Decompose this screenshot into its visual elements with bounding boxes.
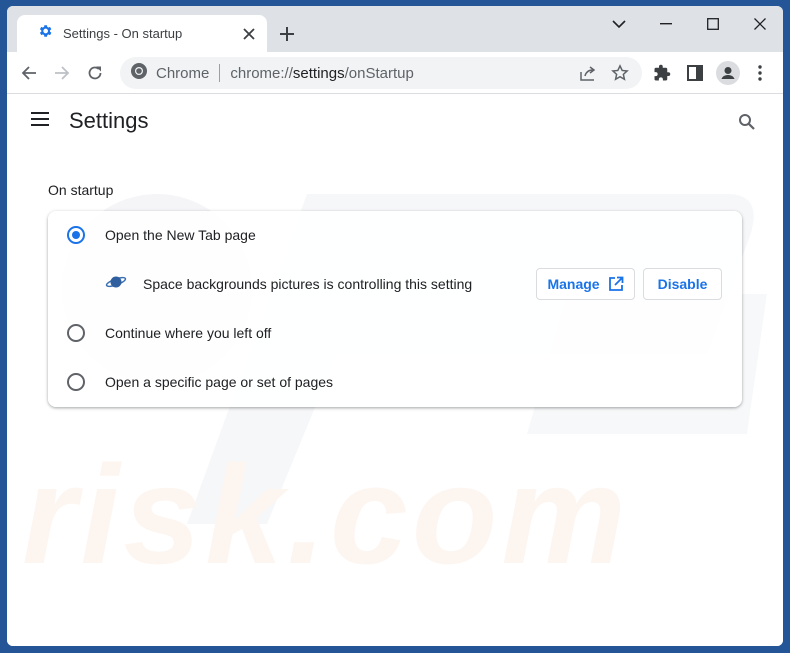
tab-search-chevron-icon[interactable] — [601, 10, 637, 38]
radio-open-new-tab[interactable] — [67, 226, 85, 244]
option-open-new-tab[interactable]: Open the New Tab page — [48, 215, 742, 255]
reload-icon[interactable] — [81, 59, 109, 87]
radio-specific-pages[interactable] — [67, 373, 85, 391]
toolbar: Chrome chrome://settings/onStartup — [7, 52, 783, 94]
watermark-text: risk.com — [22, 436, 630, 593]
disable-button[interactable]: Disable — [643, 268, 722, 300]
page-title: Settings — [69, 108, 149, 133]
maximize-icon[interactable] — [695, 10, 731, 38]
tab-settings[interactable]: Settings - On startup — [17, 15, 267, 52]
planet-extension-icon — [105, 274, 127, 295]
share-icon[interactable] — [574, 59, 602, 87]
tab-title: Settings - On startup — [63, 26, 183, 41]
site-label: Chrome — [156, 64, 210, 82]
option-label: Continue where you left off — [105, 325, 272, 341]
manage-button[interactable]: Manage — [536, 268, 635, 300]
url-text: chrome://settings/onStartup — [230, 64, 414, 82]
tab-strip: Settings - On startup — [7, 6, 783, 52]
section-title: On startup — [48, 182, 114, 198]
bookmark-star-icon[interactable] — [606, 59, 634, 87]
option-continue[interactable]: Continue where you left off — [48, 313, 742, 353]
browser-window: Settings - On startup Chrome chrome://se… — [7, 6, 783, 646]
extension-notice-text: Space backgrounds pictures is controllin… — [143, 276, 473, 292]
address-bar[interactable]: Chrome chrome://settings/onStartup — [120, 57, 642, 89]
back-icon[interactable] — [15, 59, 43, 87]
option-label: Open the New Tab page — [105, 227, 256, 243]
startup-options-card: Open the New Tab page Space backgrounds … — [48, 211, 742, 407]
search-settings-icon[interactable] — [733, 108, 761, 136]
profile-avatar-icon[interactable] — [714, 59, 742, 87]
gear-icon — [37, 23, 53, 44]
hamburger-menu-icon[interactable] — [31, 111, 49, 131]
close-window-icon[interactable] — [742, 10, 778, 38]
side-panel-icon[interactable] — [681, 59, 709, 87]
option-specific-pages[interactable]: Open a specific page or set of pages — [48, 362, 742, 402]
close-tab-icon[interactable] — [235, 20, 263, 48]
open-external-icon — [608, 276, 624, 292]
extension-control-notice: Space backgrounds pictures is controllin… — [48, 264, 742, 304]
settings-header: Settings — [31, 108, 149, 134]
manage-label: Manage — [547, 276, 600, 292]
omnibox-separator — [219, 64, 221, 82]
chrome-logo-icon — [130, 62, 148, 85]
settings-page: risk.com Settings On startup Open the Ne… — [7, 94, 783, 646]
menu-kebab-icon[interactable] — [746, 59, 774, 87]
option-label: Open a specific page or set of pages — [105, 374, 334, 390]
minimize-icon[interactable] — [648, 10, 684, 38]
extensions-puzzle-icon[interactable] — [648, 59, 676, 87]
new-tab-button[interactable] — [273, 20, 301, 48]
radio-continue[interactable] — [67, 324, 85, 342]
forward-icon[interactable] — [48, 59, 76, 87]
